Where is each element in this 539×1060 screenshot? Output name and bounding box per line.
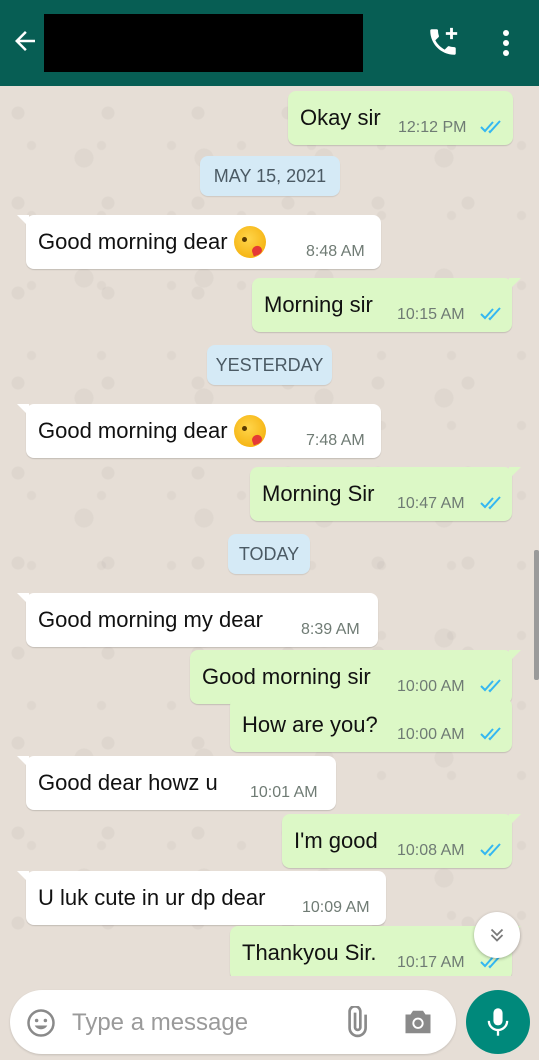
- message-text: Good morning sir: [202, 664, 371, 689]
- read-receipt-icon: [480, 120, 501, 134]
- mic-icon: [487, 1008, 509, 1036]
- message-outgoing[interactable]: Morning Sir 10:47 AM: [250, 467, 521, 521]
- message-outgoing[interactable]: Morning sir 10:15 AM: [252, 278, 521, 332]
- message-text: How are you?: [242, 712, 378, 737]
- scroll-to-bottom-button[interactable]: [474, 912, 520, 958]
- message-incoming[interactable]: U luk cute in ur dp dear 10:09 AM: [17, 871, 386, 925]
- back-arrow-icon[interactable]: [10, 26, 40, 56]
- message-text: I'm good: [294, 828, 378, 853]
- message-time: 8:48 AM: [306, 243, 365, 260]
- message-incoming[interactable]: Good dear howz u 10:01 AM: [17, 756, 336, 810]
- read-receipt-icon: [480, 496, 501, 510]
- voice-record-button[interactable]: [466, 990, 530, 1054]
- message-time: 10:00 AM: [397, 726, 465, 743]
- kissing-heart-emoji: [233, 415, 266, 447]
- message-input-container[interactable]: [10, 990, 456, 1054]
- message-incoming[interactable]: Good morning dear 7:48 AM: [17, 404, 381, 458]
- message-time: 10:00 AM: [397, 678, 465, 695]
- message-input[interactable]: [70, 1002, 334, 1044]
- message-text: U luk cute in ur dp dear: [38, 885, 266, 910]
- message-outgoing[interactable]: How are you? 10:00 AM: [230, 698, 512, 752]
- message-text: Good dear howz u: [38, 770, 218, 795]
- message-text: Okay sir: [300, 105, 381, 130]
- message-time: 10:01 AM: [250, 784, 318, 801]
- message-outgoing[interactable]: I'm good 10:08 AM: [282, 814, 521, 868]
- message-text: Good morning dear: [38, 229, 228, 254]
- date-separator: YESTERDAY: [207, 345, 332, 385]
- message-text: Good morning dear: [38, 418, 228, 443]
- add-call-icon[interactable]: [426, 25, 460, 59]
- camera-icon[interactable]: [403, 1008, 433, 1036]
- message-time: 10:15 AM: [397, 306, 465, 323]
- message-outgoing[interactable]: Good morning sir 10:00 AM: [190, 650, 521, 704]
- contact-name-redacted[interactable]: [44, 14, 363, 72]
- message-time: 7:48 AM: [306, 432, 365, 449]
- message-text: Thankyou Sir.: [242, 940, 377, 965]
- more-options-icon[interactable]: [496, 28, 516, 58]
- read-receipt-icon: [480, 843, 501, 857]
- kissing-heart-emoji: [233, 226, 266, 258]
- message-time: 10:09 AM: [302, 899, 370, 916]
- message-time: 10:47 AM: [397, 495, 465, 512]
- message-incoming[interactable]: Good morning my dear 8:39 AM: [17, 593, 378, 647]
- message-text: Morning sir: [264, 292, 373, 317]
- composer-bar: [0, 976, 539, 1060]
- message-time: 10:17 AM: [397, 954, 465, 971]
- message-text: Good morning my dear: [38, 607, 263, 632]
- read-receipt-icon: [480, 727, 501, 741]
- message-incoming[interactable]: Good morning dear 8:48 AM: [17, 215, 381, 269]
- attach-icon[interactable]: [340, 1006, 372, 1038]
- message-time: 10:08 AM: [397, 842, 465, 859]
- date-separator: MAY 15, 2021: [200, 156, 340, 196]
- chat-header: [0, 0, 539, 86]
- message-text: Morning Sir: [262, 481, 375, 506]
- read-receipt-icon: [480, 679, 501, 693]
- message-time: 12:12 PM: [398, 119, 467, 136]
- scroll-down-icon: [490, 928, 504, 942]
- message-outgoing[interactable]: Thankyou Sir. 10:17 AM: [230, 926, 521, 976]
- message-list[interactable]: Okay sir 12:12 PM MAY 15, 2021 Good morn…: [0, 86, 539, 976]
- read-receipt-icon: [480, 307, 501, 321]
- emoji-icon[interactable]: [26, 1008, 56, 1038]
- message-outgoing[interactable]: Okay sir 12:12 PM: [288, 91, 513, 145]
- date-separator: TODAY: [228, 534, 310, 574]
- message-time: 8:39 AM: [301, 621, 360, 638]
- scrollbar-thumb[interactable]: [534, 550, 539, 680]
